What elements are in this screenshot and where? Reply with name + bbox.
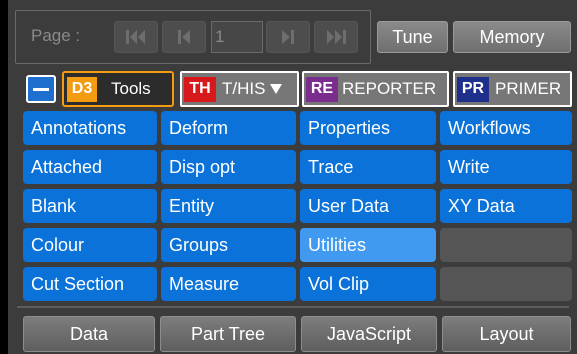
tab-primer[interactable]: PR PRIMER xyxy=(453,71,572,107)
skip-last-icon xyxy=(327,30,346,44)
divider xyxy=(17,306,569,308)
step-forward-icon xyxy=(282,30,294,44)
tool-button-utilities[interactable]: Utilities xyxy=(300,228,436,262)
tool-button-cut-section[interactable]: Cut Section xyxy=(23,267,157,301)
first-page-button[interactable] xyxy=(114,21,158,53)
tool-button-xy-data[interactable]: XY Data xyxy=(440,189,572,223)
tool-button-write[interactable]: Write xyxy=(440,150,572,184)
tool-button-measure[interactable]: Measure xyxy=(161,267,296,301)
last-page-button[interactable] xyxy=(314,21,358,53)
tune-button[interactable]: Tune xyxy=(377,21,448,53)
tool-button-blank[interactable]: Blank xyxy=(23,189,157,223)
tool-button-workflows[interactable]: Workflows xyxy=(440,111,572,145)
tool-button-entity[interactable]: Entity xyxy=(161,189,296,223)
tool-button-groups[interactable]: Groups xyxy=(161,228,296,262)
tool-button-deform[interactable]: Deform xyxy=(161,111,296,145)
memory-button[interactable]: Memory xyxy=(453,21,571,53)
re-logo-icon: RE xyxy=(306,76,338,102)
tool-button-disp-opt[interactable]: Disp opt xyxy=(161,150,296,184)
previous-page-button[interactable] xyxy=(162,21,206,53)
tool-button-attached[interactable]: Attached xyxy=(23,150,157,184)
step-back-icon xyxy=(178,30,190,44)
tab-tools[interactable]: D3 Tools xyxy=(62,71,174,107)
tool-button-user-data[interactable]: User Data xyxy=(300,189,436,223)
data-button[interactable]: Data xyxy=(23,316,155,352)
next-page-button[interactable] xyxy=(266,21,310,53)
tab-primer-label: PRIMER xyxy=(495,79,562,98)
page-number-input[interactable]: 1 xyxy=(211,21,263,53)
tab-this-label: T/HIS xyxy=(222,79,266,98)
triangle-down-icon[interactable] xyxy=(270,84,283,94)
minus-icon xyxy=(26,75,56,103)
tool-button-trace[interactable]: Trace xyxy=(300,150,436,184)
tool-button-vol-clip[interactable]: Vol Clip xyxy=(300,267,436,301)
part-tree-button[interactable]: Part Tree xyxy=(160,316,296,352)
javascript-button[interactable]: JavaScript xyxy=(301,316,437,352)
tool-button-annotations[interactable]: Annotations xyxy=(23,111,157,145)
tab-reporter-label: REPORTER xyxy=(342,79,437,98)
empty-slot xyxy=(440,228,572,262)
skip-first-icon xyxy=(126,30,145,44)
d3-logo-icon: D3 xyxy=(67,76,97,102)
tab-reporter[interactable]: RE REPORTER xyxy=(302,71,449,107)
tab-this[interactable]: TH T/HIS xyxy=(180,71,299,107)
layout-button[interactable]: Layout xyxy=(442,316,571,352)
tab-tools-label: Tools xyxy=(111,79,151,98)
th-logo-icon: TH xyxy=(184,76,216,102)
tool-button-properties[interactable]: Properties xyxy=(300,111,436,145)
tool-button-colour[interactable]: Colour xyxy=(23,228,157,262)
collapse-button[interactable] xyxy=(24,71,58,107)
pr-logo-icon: PR xyxy=(457,76,489,102)
empty-slot xyxy=(440,267,572,301)
page-label: Page : xyxy=(31,26,81,45)
